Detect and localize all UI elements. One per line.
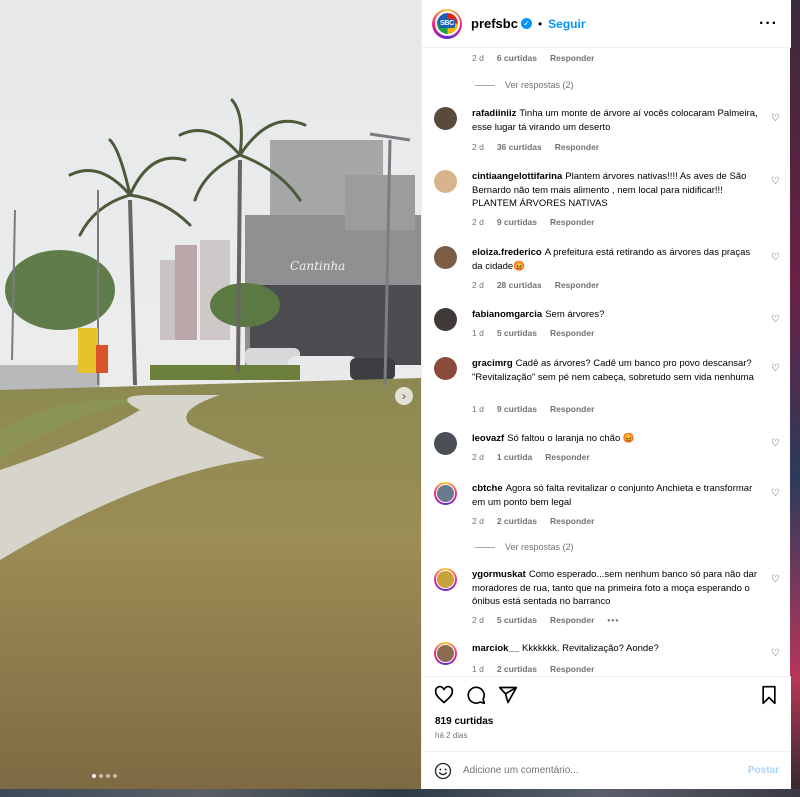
sbc-logo-icon: SBC: [434, 11, 460, 36]
comment-meta: 2 d 36 curtidas Responder: [472, 142, 600, 152]
commenter-avatar[interactable]: [434, 482, 457, 505]
commenter-avatar[interactable]: [434, 170, 457, 193]
comment-username[interactable]: rafadiiniiz: [472, 108, 516, 119]
post-comment-button[interactable]: Postar: [748, 765, 779, 776]
like-comment-icon[interactable]: ♡: [771, 113, 780, 124]
share-icon[interactable]: [498, 685, 518, 705]
comment-text: Kkkkkkk. Revitalização? Aonde?: [522, 643, 659, 654]
comment-meta: 2 d5 curtidas Responder •••: [472, 615, 620, 625]
like-comment-icon[interactable]: ♡: [771, 574, 780, 585]
more-options-icon[interactable]: ···: [759, 15, 781, 33]
commenter-avatar[interactable]: [434, 357, 457, 380]
comment-username[interactable]: gracimrg: [472, 358, 513, 369]
reply-button[interactable]: Responder: [550, 615, 594, 625]
comment-meta: 2 d1 curtida Responder: [472, 452, 590, 462]
park-photo-illustration: Cantinha: [0, 0, 421, 789]
comment-text: Agora só falta revitalizar o conjunto An…: [472, 483, 753, 508]
reply-button[interactable]: Responder: [550, 516, 594, 526]
commenter-avatar[interactable]: [434, 107, 457, 130]
follow-button[interactable]: Seguir: [548, 17, 585, 31]
verified-badge-icon: ✓: [520, 18, 532, 29]
like-comment-icon[interactable]: ♡: [771, 314, 780, 325]
post-timestamp: há 2 dias: [435, 731, 468, 740]
reply-button[interactable]: Responder: [550, 53, 594, 63]
commenter-avatar[interactable]: [434, 308, 457, 331]
reply-button[interactable]: Responder: [550, 664, 594, 674]
view-replies-button[interactable]: Ver respostas (2): [475, 80, 574, 90]
view-replies-button[interactable]: Ver respostas (2): [475, 542, 574, 552]
post-modal: Cantinha › SBC prefsbc ✓ • Seguir ··· 2 …: [0, 0, 791, 789]
post-header: SBC prefsbc ✓ • Seguir ···: [422, 0, 791, 48]
comment-text: Sem árvores?: [545, 309, 605, 320]
emoji-icon[interactable]: [434, 762, 452, 780]
comment-username[interactable]: fabianomgarcia: [472, 309, 542, 320]
reply-button[interactable]: Responder: [550, 328, 594, 338]
reply-button[interactable]: Responder: [545, 452, 589, 462]
carousel-dot: [92, 774, 96, 778]
post-actions: 819 curtidas há 2 dias: [422, 676, 791, 751]
svg-text:Cantinha: Cantinha: [290, 259, 345, 273]
comment-meta: 2 d9 curtidas Responder: [472, 217, 595, 227]
comment-username[interactable]: leovazf: [472, 433, 504, 444]
comment-text: Cadê as árvores? Cadê um banco pro povo …: [472, 358, 754, 383]
carousel-dot: [99, 774, 103, 778]
comment-meta: 1 d9 curtidas Responder: [472, 404, 595, 414]
comment-username[interactable]: eloiza.frederico: [472, 247, 542, 258]
reply-button[interactable]: Responder: [555, 280, 599, 290]
like-comment-icon[interactable]: ♡: [771, 648, 780, 659]
commenter-avatar[interactable]: [434, 432, 457, 455]
owner-avatar[interactable]: SBC: [432, 8, 462, 39]
like-comment-icon[interactable]: ♡: [771, 176, 780, 187]
carousel-dot: [113, 774, 117, 778]
commenter-avatar[interactable]: [434, 246, 457, 269]
comment-username[interactable]: cintiaangelottifarina: [472, 171, 562, 182]
post-photo: Cantinha ›: [0, 0, 421, 789]
reply-button[interactable]: Responder: [555, 142, 599, 152]
background-backdrop-bottom: [0, 789, 800, 797]
like-comment-icon[interactable]: ♡: [771, 363, 780, 374]
reply-button[interactable]: Responder: [550, 217, 594, 227]
carousel-indicator: [92, 774, 117, 778]
comment-meta: 2 d 28 curtidas Responder: [472, 280, 600, 290]
separator-dot: •: [537, 16, 543, 31]
comment-input[interactable]: [463, 765, 733, 776]
like-comment-icon[interactable]: ♡: [771, 438, 780, 449]
heart-icon[interactable]: [434, 685, 454, 705]
comment-username[interactable]: cbtche: [472, 483, 503, 494]
next-slide-button[interactable]: ›: [395, 387, 413, 405]
comment-username[interactable]: marciok__: [472, 643, 519, 654]
commenter-avatar[interactable]: [434, 568, 457, 591]
carousel-dot: [106, 774, 110, 778]
comment-meta: 1 d2 curtidas Responder: [472, 664, 595, 674]
comment-meta: 2 d2 curtidas Responder: [472, 516, 595, 526]
comments-list: 2 d 6 curtidas Responder Ver respostas (…: [422, 48, 791, 676]
like-count[interactable]: 819 curtidas: [435, 716, 493, 727]
like-comment-icon[interactable]: ♡: [771, 252, 780, 263]
add-comment-bar: Postar: [422, 751, 791, 789]
bookmark-icon[interactable]: [759, 685, 779, 705]
comment-username[interactable]: ygormuskat: [472, 569, 526, 580]
background-backdrop: [790, 0, 800, 797]
post-side-panel: SBC prefsbc ✓ • Seguir ··· 2 d 6 curtida…: [421, 0, 791, 789]
comment-meta: 2 d 6 curtidas Responder: [472, 53, 595, 63]
commenter-avatar[interactable]: [434, 642, 457, 665]
like-comment-icon[interactable]: ♡: [771, 488, 780, 499]
comment-icon[interactable]: [466, 685, 486, 705]
comment-options-icon[interactable]: •••: [607, 615, 619, 625]
comment-text: Só faltou o laranja no chão 😡: [507, 433, 635, 444]
comment-meta: 1 d5 curtidas Responder: [472, 328, 595, 338]
reply-button[interactable]: Responder: [550, 404, 594, 414]
owner-username[interactable]: prefsbc: [471, 16, 518, 31]
